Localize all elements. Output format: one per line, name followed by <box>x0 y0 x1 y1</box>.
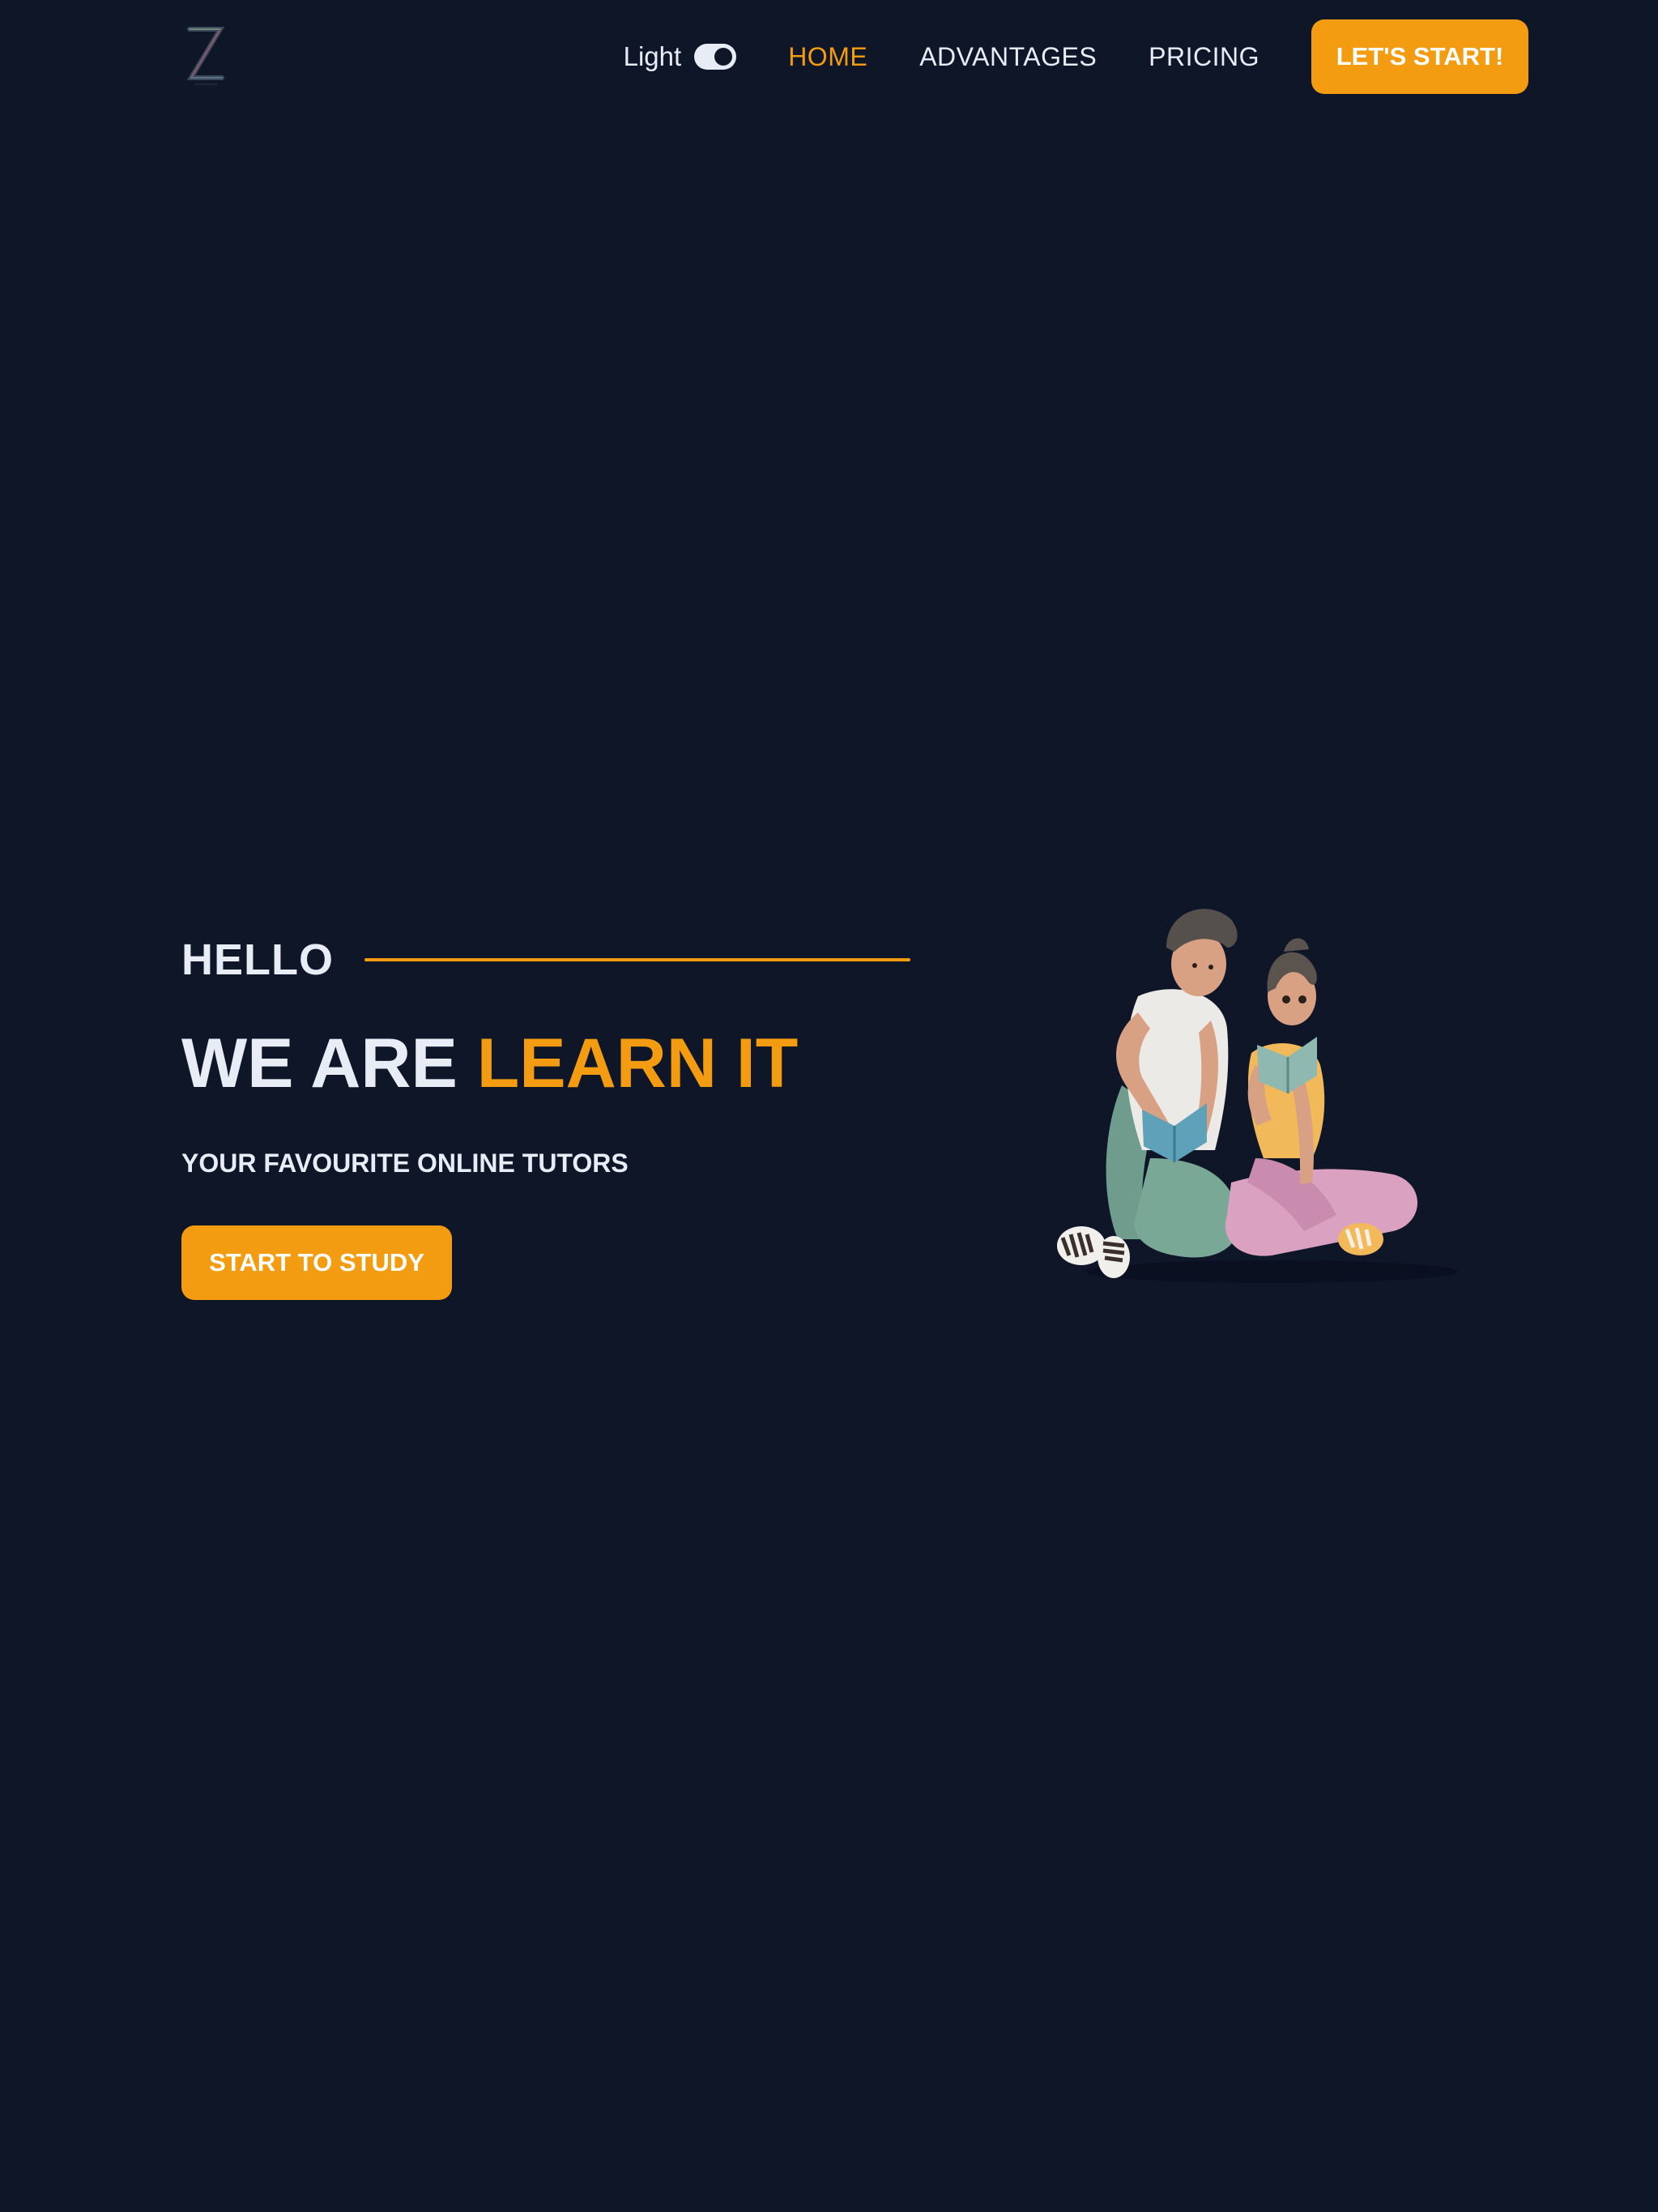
hero-subtitle: YOUR FAVOURITE ONLINE TUTORS <box>181 1149 629 1178</box>
hero-section: HELLO WE ARE LEARN IT YOUR FAVOURITE ONL… <box>181 931 910 1300</box>
site-header: Light HOME ADVANTAGES PRICING LET'S STAR… <box>0 0 1658 113</box>
lets-start-button[interactable]: LET'S START! <box>1311 19 1528 94</box>
hello-heading: HELLO <box>181 936 334 984</box>
headline-prefix: WE ARE <box>181 1025 458 1102</box>
accent-divider <box>364 958 910 961</box>
start-to-study-button[interactable]: START TO STUDY <box>181 1225 452 1300</box>
headline-accent: LEARN IT <box>476 1025 799 1102</box>
nav-link-home[interactable]: HOME <box>788 42 867 72</box>
main-nav: Light HOME ADVANTAGES PRICING LET'S STAR… <box>624 19 1528 94</box>
students-reading-illustration <box>1057 909 1458 1283</box>
nav-link-advantages[interactable]: ADVANTAGES <box>919 42 1097 72</box>
z-logo-icon[interactable] <box>180 18 228 87</box>
ground-shadow <box>1085 1260 1458 1283</box>
hello-row: HELLO <box>181 931 910 988</box>
toggle-switch-icon[interactable] <box>694 44 737 70</box>
girl-figure <box>1225 938 1417 1256</box>
landing-page: Light HOME ADVANTAGES PRICING LET'S STAR… <box>0 0 1658 2212</box>
hero-headline: WE ARE LEARN IT <box>181 1029 910 1098</box>
toggle-knob <box>714 48 733 66</box>
theme-label: Light <box>623 41 682 71</box>
theme-toggle[interactable]: Light <box>624 41 737 72</box>
nav-link-pricing[interactable]: PRICING <box>1149 42 1259 72</box>
boy-figure <box>1057 909 1240 1278</box>
